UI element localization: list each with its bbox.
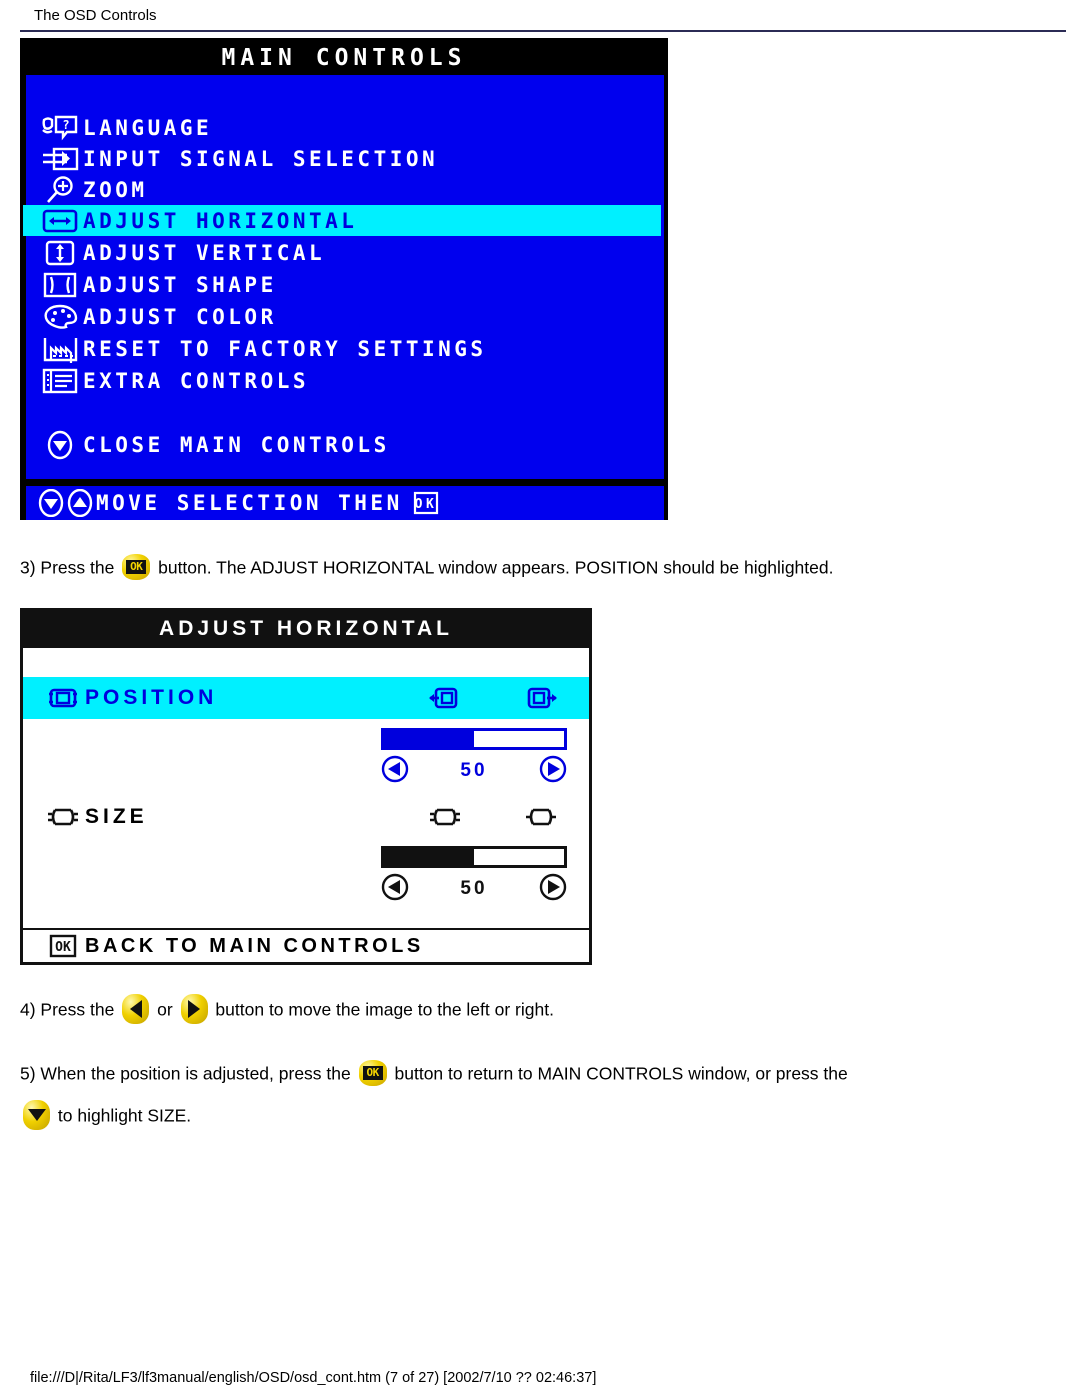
- osd-item-label: ZOOM: [83, 177, 148, 202]
- svg-text:OK: OK: [414, 497, 437, 512]
- arrow-up-circle-icon: [67, 489, 92, 517]
- step-5-before: 5) When the position is adjusted, press …: [20, 1063, 351, 1084]
- osd-footer-label-wrap: MOVE SELECTION THEN OK: [96, 491, 439, 515]
- adjust-shape-icon: [37, 271, 83, 299]
- step-5-middle: button to return to MAIN CONTROLS window…: [394, 1063, 848, 1084]
- osd-item-label: ADJUST SHAPE: [83, 272, 277, 297]
- extra-controls-icon: [37, 367, 83, 395]
- step-5-after: to highlight SIZE.: [57, 1105, 192, 1126]
- step-4-paragraph: 4) Press the or button to move the image…: [20, 994, 554, 1025]
- step-4-before: 4) Press the: [20, 999, 115, 1020]
- osd-item-adjust-vertical[interactable]: ADJUST VERTICAL: [23, 237, 661, 268]
- osd-item-language[interactable]: ? LANGUAGE: [23, 112, 661, 143]
- position-adjust-icons: [397, 683, 589, 713]
- osd-item-label: EXTRA CONTROLS: [83, 368, 310, 393]
- factory-reset-icon: [37, 335, 83, 363]
- position-left-icon[interactable]: [397, 683, 493, 713]
- step-3-paragraph: 3) Press the OK button. The ADJUST HORIZ…: [20, 552, 833, 581]
- arrow-down-button-icon[interactable]: [23, 1100, 50, 1131]
- page-title: The OSD Controls: [34, 7, 157, 24]
- ok-button-label: OK: [362, 1066, 383, 1081]
- arrow-left-circle-icon[interactable]: [381, 755, 409, 788]
- page-footer-path: file:///D|/Rita/LF3/lf3manual/english/OS…: [30, 1370, 597, 1386]
- ok-box-icon: OK: [41, 933, 85, 959]
- ok-button-icon[interactable]: OK: [122, 554, 151, 581]
- osd-footer-hint: MOVE SELECTION THEN OK: [26, 486, 664, 520]
- osd-item-label: INPUT SIGNAL SELECTION: [83, 146, 439, 171]
- svg-text:OK: OK: [55, 940, 71, 955]
- ok-box-icon: OK: [413, 491, 439, 515]
- adjust-footer-label: BACK TO MAIN CONTROLS: [85, 934, 424, 957]
- osd-adjust-horizontal-window: ADJUST HORIZONTAL POSITION 50 SIZE 50 OK…: [20, 608, 592, 965]
- osd-item-label: LANGUAGE: [83, 115, 213, 140]
- size-slider[interactable]: [381, 846, 567, 868]
- osd-item-label: ADJUST VERTICAL: [83, 240, 326, 265]
- size-icon: [41, 803, 85, 831]
- step-3-after: button. The ADJUST HORIZONTAL window app…: [158, 557, 834, 578]
- zoom-magnifier-icon: [37, 175, 83, 205]
- osd-adjust-title: ADJUST HORIZONTAL: [23, 611, 589, 646]
- osd-item-label: ADJUST HORIZONTAL: [83, 208, 358, 233]
- adjust-vertical-icon: [37, 239, 83, 267]
- svg-text:?: ?: [62, 118, 69, 132]
- osd-adjust-body: POSITION 50 SIZE 50: [23, 646, 589, 928]
- osd-footer-label: MOVE SELECTION THEN: [96, 491, 403, 515]
- header-divider: [20, 30, 1066, 32]
- size-slider-fill: [384, 849, 474, 865]
- arrow-down-circle-icon: [38, 489, 63, 517]
- adjust-footer-back-to-main-controls[interactable]: OK BACK TO MAIN CONTROLS: [23, 928, 589, 962]
- language-icon: ?: [37, 114, 83, 142]
- adjust-row-label: POSITION: [85, 686, 218, 709]
- step-4-after: button to move the image to the left or …: [215, 999, 554, 1020]
- osd-item-input-signal-selection[interactable]: INPUT SIGNAL SELECTION: [23, 143, 661, 174]
- adjust-horizontal-icon: [37, 207, 83, 235]
- position-slider[interactable]: [381, 728, 567, 750]
- adjust-row-position[interactable]: POSITION: [23, 677, 589, 719]
- osd-item-zoom[interactable]: ZOOM: [23, 174, 661, 205]
- size-value-row: 50: [381, 873, 567, 906]
- size-adjust-icons: [397, 802, 589, 832]
- arrow-right-button-icon[interactable]: [180, 994, 208, 1025]
- arrow-right-circle-icon[interactable]: [539, 755, 567, 788]
- arrow-left-circle-icon[interactable]: [381, 873, 409, 906]
- position-right-icon[interactable]: [493, 683, 589, 713]
- osd-item-extra-controls[interactable]: EXTRA CONTROLS: [23, 365, 661, 396]
- position-value-row: 50: [381, 755, 567, 788]
- size-value: 50: [460, 878, 488, 899]
- adjust-row-size[interactable]: SIZE: [23, 796, 589, 838]
- osd-item-label: ADJUST COLOR: [83, 304, 277, 329]
- step-5-paragraph-line1: 5) When the position is adjusted, press …: [20, 1058, 848, 1087]
- osd-item-close-main-controls[interactable]: CLOSE MAIN CONTROLS: [23, 429, 661, 460]
- arrow-left-button-icon[interactable]: [122, 994, 150, 1025]
- size-wide-icon[interactable]: [493, 802, 589, 832]
- footer-arrow-icons: [34, 489, 96, 517]
- position-value: 50: [460, 760, 488, 781]
- osd-item-adjust-horizontal[interactable]: ADJUST HORIZONTAL: [23, 205, 661, 236]
- step-4-middle: or: [157, 999, 173, 1020]
- input-signal-icon: [37, 145, 83, 173]
- osd-item-adjust-shape[interactable]: ADJUST SHAPE: [23, 269, 661, 300]
- osd-item-label: RESET TO FACTORY SETTINGS: [83, 336, 487, 361]
- osd-item-adjust-color[interactable]: ADJUST COLOR: [23, 301, 661, 332]
- adjust-color-icon: [37, 303, 83, 331]
- osd-main-title: MAIN CONTROLS: [23, 41, 665, 75]
- step-3-before: 3) Press the: [20, 557, 115, 578]
- position-slider-fill: [384, 731, 474, 747]
- arrow-right-circle-icon[interactable]: [539, 873, 567, 906]
- arrow-down-circle-icon: [37, 430, 83, 460]
- osd-main-controls-window: MAIN CONTROLS ? LANGUAGE INPUT SIGNAL SE…: [20, 38, 668, 520]
- ok-button-icon[interactable]: OK: [358, 1060, 387, 1087]
- ok-button-label: OK: [126, 560, 147, 575]
- osd-item-reset-to-factory-settings[interactable]: RESET TO FACTORY SETTINGS: [23, 333, 661, 364]
- osd-item-label: CLOSE MAIN CONTROLS: [83, 432, 390, 457]
- size-narrow-icon[interactable]: [397, 802, 493, 832]
- position-icon: [41, 684, 85, 712]
- adjust-row-label: SIZE: [85, 805, 148, 828]
- step-5-paragraph-line2: to highlight SIZE.: [20, 1100, 192, 1131]
